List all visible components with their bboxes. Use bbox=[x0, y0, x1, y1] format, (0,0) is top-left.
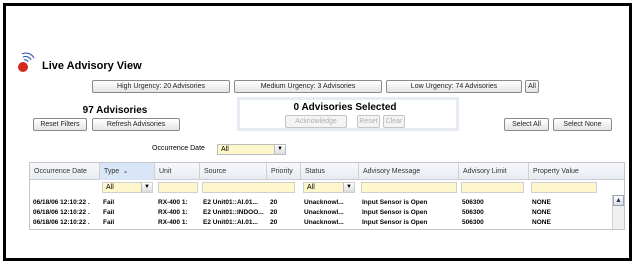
acknowledge-button[interactable]: Acknowledge bbox=[285, 115, 347, 128]
status-filter-select[interactable]: All ▼ bbox=[303, 182, 355, 193]
table-row[interactable]: 06/18/06 12:10:22 . Fail RX-400 1: E2 Unit0… bbox=[30, 218, 610, 227]
high-urgency-button[interactable]: High Urgency: 20 Advisories bbox=[92, 80, 230, 93]
cell-type: Fail bbox=[103, 219, 115, 226]
scroll-up-icon[interactable]: ▲ bbox=[613, 195, 624, 206]
cell-occurrence-date: 06/18/06 12:10:22 . bbox=[33, 209, 90, 216]
type-filter-value: All bbox=[106, 184, 114, 191]
select-none-button[interactable]: Select None bbox=[553, 118, 612, 131]
table-row[interactable]: 06/18/06 12:10:22 . Fail RX-400 1: E2 Unit0… bbox=[30, 198, 610, 207]
advisories-count: 97 Advisories bbox=[82, 105, 148, 116]
satellite-dish-icon bbox=[18, 52, 35, 72]
select-all-button[interactable]: Select All bbox=[504, 118, 549, 131]
grid-scrollbar[interactable]: ▲ bbox=[612, 195, 624, 229]
cell-advisory-limit: 506300 bbox=[462, 199, 484, 206]
column-header-priority[interactable]: Priority bbox=[267, 163, 301, 180]
cell-status: Unacknowl... bbox=[304, 219, 344, 226]
refresh-advisories-button[interactable]: Refresh Advisories bbox=[92, 118, 180, 131]
cell-advisory-message: Input Sensor is Open bbox=[362, 209, 428, 216]
column-header-property-value[interactable]: Property Value bbox=[529, 163, 624, 180]
cell-advisory-limit: 506300 bbox=[462, 209, 484, 216]
cell-priority: 20 bbox=[270, 219, 278, 226]
selected-count: 0 Advisories Selected bbox=[293, 102, 397, 113]
cell-priority: 20 bbox=[270, 199, 278, 206]
status-filter-value: All bbox=[307, 184, 315, 191]
chevron-down-icon[interactable]: ▼ bbox=[141, 183, 152, 192]
cell-property-value: NONE bbox=[532, 219, 551, 226]
column-header-occurrence-date[interactable]: Occurrence Date bbox=[30, 163, 100, 180]
reset-selection-button[interactable]: Reset bbox=[357, 115, 380, 128]
cell-advisory-message: Input Sensor is Open bbox=[362, 219, 428, 226]
column-header-advisory-message[interactable]: Advisory Message bbox=[359, 163, 459, 180]
cell-property-value: NONE bbox=[532, 199, 551, 206]
cell-source: E2 Unit01::AI.01... bbox=[203, 219, 258, 226]
cell-advisory-limit: 506300 bbox=[462, 219, 484, 226]
cell-unit: RX-400 1: bbox=[158, 209, 188, 216]
column-header-type-label: Type bbox=[104, 168, 120, 175]
grid-filter-row: All ▼ All ▼ bbox=[30, 180, 624, 195]
table-row[interactable]: 06/18/06 12:10:22 . Fail RX-400 1: E2 Unit0… bbox=[30, 208, 610, 217]
occurrence-date-label: Occurrence Date bbox=[152, 145, 205, 152]
advisory-message-filter-input[interactable] bbox=[361, 182, 457, 193]
column-header-status[interactable]: Status bbox=[301, 163, 359, 180]
all-urgency-button[interactable]: All bbox=[525, 80, 539, 93]
cell-status: Unacknowl... bbox=[304, 209, 344, 216]
cell-unit: RX-400 1: bbox=[158, 199, 188, 206]
cell-priority: 20 bbox=[270, 209, 278, 216]
cell-unit: RX-400 1: bbox=[158, 219, 188, 226]
source-filter-input[interactable] bbox=[202, 182, 295, 193]
cell-advisory-message: Input Sensor is Open bbox=[362, 199, 428, 206]
medium-urgency-button[interactable]: Medium Urgency: 3 Advisories bbox=[234, 80, 382, 93]
property-value-filter-input[interactable] bbox=[531, 182, 597, 193]
chevron-down-icon[interactable]: ▼ bbox=[274, 145, 285, 154]
cell-type: Fail bbox=[103, 209, 115, 216]
reset-filters-button[interactable]: Reset Filters bbox=[33, 118, 87, 131]
cell-occurrence-date: 06/18/06 12:10:22 . bbox=[33, 219, 90, 226]
grid-header: Occurrence Date Type ▲ Unit Source Prior… bbox=[30, 163, 624, 180]
clear-button[interactable]: Clear bbox=[383, 115, 405, 128]
type-filter-select[interactable]: All ▼ bbox=[102, 182, 153, 193]
occurrence-date-value: All bbox=[221, 146, 229, 153]
advisory-limit-filter-input[interactable] bbox=[461, 182, 524, 193]
low-urgency-button[interactable]: Low Urgency: 74 Advisories bbox=[386, 80, 522, 93]
cell-type: Fail bbox=[103, 199, 115, 206]
chevron-down-icon[interactable]: ▼ bbox=[343, 183, 354, 192]
cell-source: E2 Unit01::AI.01... bbox=[203, 199, 258, 206]
column-header-source[interactable]: Source bbox=[200, 163, 267, 180]
cell-status: Unacknowl... bbox=[304, 199, 344, 206]
sort-ascending-icon: ▲ bbox=[123, 169, 129, 175]
cell-property-value: NONE bbox=[532, 209, 551, 216]
column-header-unit[interactable]: Unit bbox=[155, 163, 200, 180]
column-header-type[interactable]: Type ▲ bbox=[100, 163, 155, 180]
cell-source: E2 Unit01::INDOO... bbox=[203, 209, 264, 216]
occurrence-date-select[interactable]: All ▼ bbox=[217, 144, 286, 155]
column-header-advisory-limit[interactable]: Advisory Limit bbox=[459, 163, 529, 180]
cell-occurrence-date: 06/18/06 12:10:22 . bbox=[33, 199, 90, 206]
page-title: Live Advisory View bbox=[42, 60, 142, 72]
unit-filter-input[interactable] bbox=[158, 182, 198, 193]
advisory-grid: Occurrence Date Type ▲ Unit Source Prior… bbox=[29, 162, 625, 230]
